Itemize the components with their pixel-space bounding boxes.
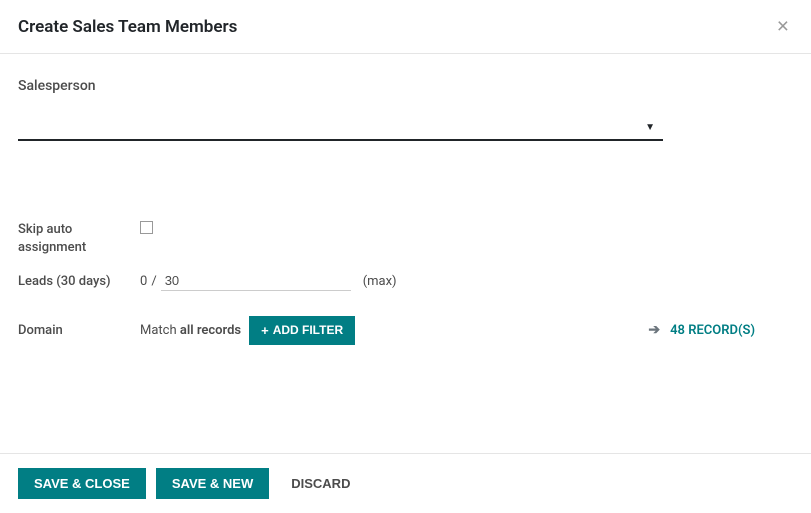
match-text: Match all records — [140, 323, 241, 338]
records-count: 48 RECORD(S) — [670, 323, 755, 338]
leads-row: Leads (30 days) 0 / (max) — [18, 271, 793, 291]
save-new-button[interactable]: SAVE & NEW — [156, 468, 269, 499]
plus-icon: + — [261, 323, 269, 338]
leads-divider: / — [151, 274, 156, 289]
skip-auto-label: Skip auto assignment — [18, 219, 140, 257]
skip-auto-row: Skip auto assignment — [18, 219, 793, 257]
leads-max-label: (max) — [363, 274, 397, 289]
leads-label: Leads (30 days) — [18, 271, 140, 291]
close-icon: × — [777, 15, 789, 38]
leads-value: 0 / (max) — [140, 271, 793, 291]
domain-row: Domain Match all records + ADD FILTER ➔ … — [18, 316, 793, 345]
salesperson-label: Salesperson — [18, 78, 793, 94]
modal-header: Create Sales Team Members × — [0, 0, 811, 54]
modal-footer: SAVE & CLOSE SAVE & NEW DISCARD — [0, 453, 811, 513]
records-link[interactable]: ➔ 48 RECORD(S) — [648, 322, 755, 338]
match-prefix: Match — [140, 323, 180, 338]
skip-auto-value — [140, 219, 793, 234]
skip-auto-checkbox[interactable] — [140, 221, 153, 234]
modal-title: Create Sales Team Members — [18, 17, 237, 37]
domain-value: Match all records + ADD FILTER ➔ 48 RECO… — [140, 316, 793, 345]
modal-body: Salesperson ▼ Skip auto assignment Leads… — [0, 54, 811, 377]
salesperson-section: Salesperson ▼ — [18, 78, 793, 141]
domain-label: Domain — [18, 320, 140, 340]
leads-current: 0 — [140, 274, 147, 289]
domain-left: Match all records + ADD FILTER — [140, 316, 355, 345]
arrow-right-icon: ➔ — [648, 322, 660, 338]
save-close-button[interactable]: SAVE & CLOSE — [18, 468, 146, 499]
close-button[interactable]: × — [773, 16, 793, 37]
match-all: all records — [180, 323, 241, 338]
salesperson-dropdown[interactable]: ▼ — [18, 118, 663, 141]
add-filter-button[interactable]: + ADD FILTER — [249, 316, 355, 345]
leads-max-input[interactable] — [161, 271, 351, 291]
caret-down-icon: ▼ — [645, 122, 655, 133]
add-filter-label: ADD FILTER — [273, 323, 343, 337]
discard-button[interactable]: DISCARD — [279, 468, 362, 499]
